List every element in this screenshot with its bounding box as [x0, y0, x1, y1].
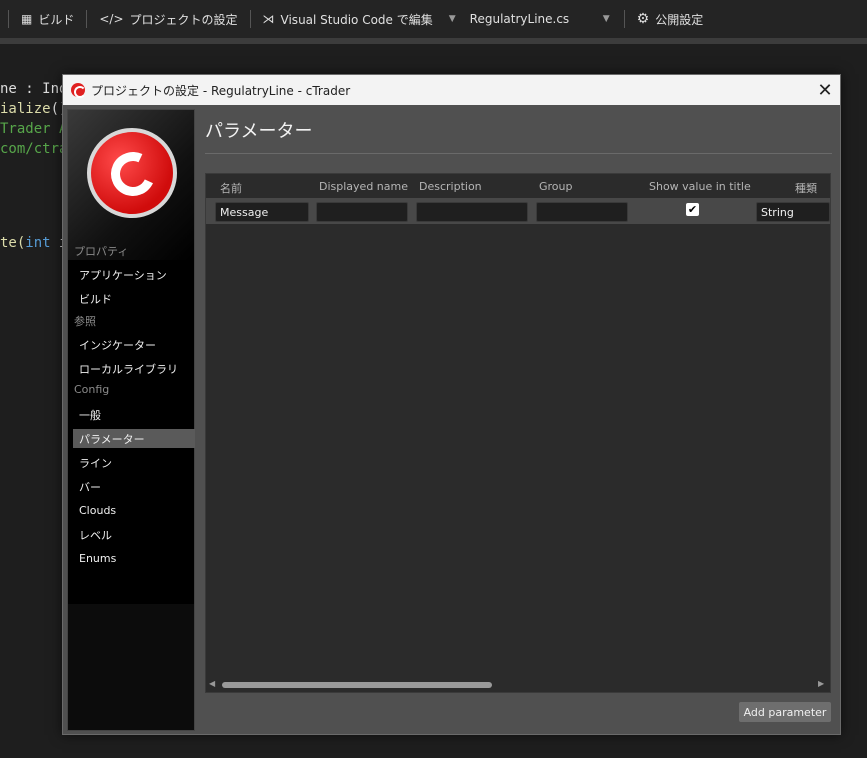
gear-icon: ⚙: [636, 11, 650, 27]
build-label: ビルド: [38, 12, 75, 27]
code-line: Trader A: [0, 121, 68, 137]
settings-sidebar: プロパティ アプリケーション ビルド 参照 インジケーター ローカルライブラリ …: [67, 109, 195, 731]
parameters-grid: 名前 Displayed name Description Group Show…: [205, 173, 831, 693]
divider: [205, 153, 832, 154]
sidebar-item-levels[interactable]: レベル: [73, 525, 195, 544]
dialog-title: プロジェクトの設定 - RegulatryLine - cTrader: [91, 83, 351, 98]
ctrader-logo-icon: [71, 83, 86, 98]
sidebar-item-enums[interactable]: Enums: [73, 549, 195, 568]
code-line: ialize(): [0, 101, 68, 117]
toolbar-divider: [623, 10, 625, 28]
page-title: パラメーター: [205, 121, 313, 142]
toolbar-divider: [8, 10, 9, 28]
group-input[interactable]: [536, 202, 628, 222]
sidebar-group-references: 参照: [74, 315, 96, 328]
chevron-down-icon[interactable]: ▼: [449, 14, 456, 24]
column-header-displayed-name[interactable]: Displayed name: [319, 180, 408, 193]
dialog-titlebar[interactable]: プロジェクトの設定 - RegulatryLine - cTrader ✕: [63, 75, 840, 105]
sidebar-item-general[interactable]: 一般: [73, 405, 195, 424]
sidebar-item-indicators[interactable]: インジケーター: [73, 335, 195, 354]
grid-header: 名前 Displayed name Description Group Show…: [206, 174, 830, 198]
type-select[interactable]: String: [756, 202, 830, 222]
file-select-value: RegulatryLine.cs: [469, 12, 570, 26]
project-settings-label: プロジェクトの設定: [129, 12, 238, 27]
table-row: Message ✔ String: [206, 198, 830, 224]
sidebar-footer: [68, 604, 194, 730]
show-value-checkbox[interactable]: ✔: [686, 203, 699, 216]
build-button[interactable]: ▦ ビルド: [17, 11, 78, 28]
sidebar-item-bars[interactable]: バー: [73, 477, 195, 496]
column-header-name[interactable]: 名前: [220, 180, 242, 196]
toolbar-divider: [249, 10, 251, 28]
sidebar-item-local-libraries[interactable]: ローカルライブラリ: [73, 359, 195, 378]
sidebar-item-lines[interactable]: ライン: [73, 453, 195, 472]
sidebar-item-parameters[interactable]: パラメーター: [73, 429, 195, 448]
add-parameter-button[interactable]: Add parameter: [739, 702, 831, 722]
sidebar-group-properties: プロパティ: [74, 245, 129, 258]
name-input[interactable]: Message: [215, 202, 309, 222]
sidebar-item-clouds[interactable]: Clouds: [73, 501, 195, 520]
chevron-down-icon: ▼: [602, 14, 610, 24]
scroll-right-icon[interactable]: ▶: [818, 679, 824, 688]
sidebar-item-application[interactable]: アプリケーション: [73, 265, 195, 284]
close-button[interactable]: ✕: [810, 75, 840, 105]
publish-settings-label: 公開設定: [655, 12, 704, 27]
vscode-icon: ⋊: [262, 12, 275, 26]
scrollbar-thumb[interactable]: [222, 682, 492, 688]
project-settings-dialog: プロジェクトの設定 - RegulatryLine - cTrader ✕ プロ…: [62, 74, 841, 735]
vscode-button[interactable]: ⋊ Visual Studio Code で編集 ▼: [259, 11, 466, 28]
displayed-name-input[interactable]: [316, 202, 408, 222]
code-line: te(int i: [0, 235, 68, 251]
project-settings-button[interactable]: </> プロジェクトの設定: [95, 11, 241, 28]
code-icon: </>: [99, 12, 124, 26]
description-input[interactable]: [416, 202, 528, 222]
column-header-description[interactable]: Description: [419, 180, 482, 193]
top-toolbar: ▦ ビルド </> プロジェクトの設定 ⋊ Visual Studio Code…: [0, 0, 867, 38]
file-select[interactable]: RegulatryLine.cs ▼: [465, 7, 616, 31]
column-header-show-value[interactable]: Show value in title: [649, 180, 751, 193]
scroll-left-icon[interactable]: ◀: [209, 679, 215, 688]
sidebar-item-build[interactable]: ビルド: [73, 289, 195, 308]
horizontal-scrollbar[interactable]: ◀ ▶: [206, 676, 830, 692]
sidebar-group-config: Config: [74, 383, 110, 396]
column-header-type[interactable]: 種類: [795, 180, 817, 196]
ctrader-logo: [87, 128, 177, 218]
column-header-group[interactable]: Group: [539, 180, 573, 193]
publish-settings-button[interactable]: ⚙ 公開設定: [633, 11, 708, 28]
build-icon: ▦: [21, 12, 33, 26]
vscode-label: Visual Studio Code で編集: [280, 12, 433, 27]
toolbar-divider: [86, 10, 88, 28]
logo-area: [68, 110, 194, 260]
